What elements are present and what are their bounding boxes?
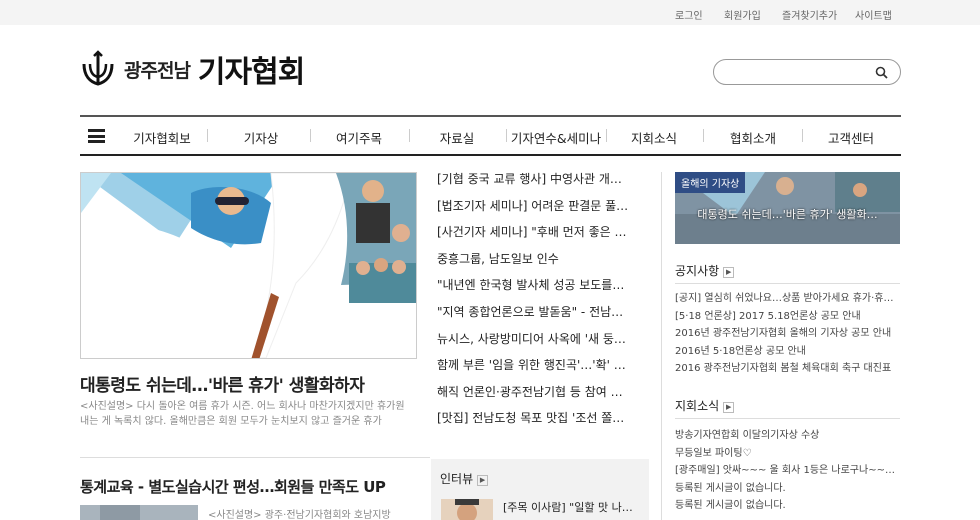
- nav-divider: [207, 129, 208, 142]
- list-item[interactable]: 2016 광주전남기자협회 봄철 체육대회 축구 대진표: [675, 362, 900, 380]
- list-item[interactable]: 2016년 광주전남기자협회 올해의 기자상 공모 안내: [675, 327, 900, 345]
- list-item[interactable]: [사건기자 세미나] "후배 먼저 좋은 …: [437, 223, 637, 250]
- interview-section: 인터뷰 ▶ [주목 이사람] "일할 맛 나…: [431, 459, 649, 520]
- list-item[interactable]: 무등일보 파이팅♡: [675, 447, 900, 465]
- nav-divider: [506, 129, 507, 142]
- main-story-photo[interactable]: [80, 172, 417, 359]
- chevron-right-icon[interactable]: ▶: [723, 402, 735, 413]
- thumbnail-photo: [80, 505, 198, 520]
- signup-link[interactable]: 회원가입: [724, 7, 761, 22]
- branch-news-section-title[interactable]: 지회소식 ▶: [675, 397, 735, 414]
- nav-divider: [606, 129, 607, 142]
- list-item[interactable]: 뉴시스, 사랑방미디어 사옥에 '새 둥…: [437, 330, 637, 357]
- nav-item-branch-news[interactable]: 지회소식: [631, 128, 677, 147]
- list-item[interactable]: 방송기자연합회 이달의기자상 수상: [675, 429, 900, 447]
- section-divider: [675, 283, 900, 284]
- column-divider: [661, 172, 662, 520]
- nav-divider: [703, 129, 704, 142]
- interview-thumbnail[interactable]: [441, 499, 493, 520]
- chevron-right-icon[interactable]: ▶: [723, 267, 735, 278]
- branch-news-list: 방송기자연합회 이달의기자상 수상 무등일보 파이팅♡ [광주매일] 앗싸~~~…: [675, 429, 900, 517]
- list-item[interactable]: [5·18 언론상] 2017 5.18언론상 공모 안내: [675, 310, 900, 328]
- list-item[interactable]: [맛집] 전남도청 목포 맛집 '조선 쫄…: [437, 409, 637, 436]
- nav-item-customer-center[interactable]: 고객센터: [828, 128, 874, 147]
- award-banner[interactable]: 올해의 기자상 대통령도 쉬는데…'바른 휴가' 생활화…: [675, 172, 900, 244]
- nav-item-archive[interactable]: 자료실: [440, 128, 475, 147]
- list-item[interactable]: [기협 중국 교류 행사] 中영사관 개…: [437, 170, 637, 197]
- site-logo[interactable]: 광주전남 기자협회: [80, 48, 305, 90]
- list-item[interactable]: 2016년 5·18언론상 공모 안내: [675, 345, 900, 363]
- list-item[interactable]: [광주매일] 앗싸~~~ 울 회사 1등은 나로구나~~~(…: [675, 464, 900, 482]
- section-divider: [675, 418, 900, 419]
- chevron-right-icon[interactable]: ▶: [477, 475, 489, 486]
- main-nav: 기자협회보 기자상 여기주목 자료실 기자연수&세미나 지회소식 협회소개 고객…: [80, 115, 901, 156]
- list-item[interactable]: [법조기자 세미나] 어려운 판결문 풀…: [437, 197, 637, 224]
- beach-umbrella-photo: [81, 173, 416, 358]
- nav-divider: [802, 129, 803, 142]
- secondary-story-description: <사진설명> 광주·전남기자협회와 호남지방: [208, 510, 391, 520]
- search-icon[interactable]: [875, 66, 888, 79]
- list-item[interactable]: "지역 종합언론으로 발돋움" - 전남…: [437, 303, 637, 330]
- secondary-story-thumbnail[interactable]: [80, 505, 198, 520]
- login-link[interactable]: 로그인: [675, 7, 703, 22]
- main-story-description: <사진설명> 다시 돌아온 여름 휴가 시즌. 어느 회사나 마찬가지겠지만 휴…: [80, 401, 405, 427]
- logo-emblem-icon: [82, 50, 114, 86]
- notice-section-title[interactable]: 공지사항 ▶: [675, 262, 735, 279]
- logo-org-text: 기자협회: [197, 55, 305, 90]
- interview-section-title[interactable]: 인터뷰 ▶: [440, 470, 489, 487]
- list-item[interactable]: 등록된 게시글이 없습니다.: [675, 499, 900, 517]
- interview-photo: [441, 499, 493, 520]
- list-item[interactable]: 중흥그룹, 남도일보 인수: [437, 250, 637, 277]
- nav-item-association-news[interactable]: 기자협회보: [133, 128, 191, 147]
- notice-title-text: 공지사항: [675, 264, 720, 278]
- logo-region-text: 광주전남: [124, 59, 191, 82]
- nav-item-training-seminar[interactable]: 기자연수&세미나: [511, 128, 601, 147]
- notice-list: [공지] 열심히 쉬었나요…상품 받아가세요 휴가·휴… [5·18 언론상] …: [675, 292, 900, 380]
- interview-item-title[interactable]: [주목 이사람] "일할 맛 나…: [503, 499, 633, 515]
- nav-divider: [310, 129, 311, 142]
- bookmark-link[interactable]: 즐겨찾기추가: [782, 7, 837, 22]
- nav-item-spotlight[interactable]: 여기주목: [336, 128, 382, 147]
- nav-item-about[interactable]: 협회소개: [730, 128, 776, 147]
- banner-tag: 올해의 기자상: [675, 172, 746, 193]
- list-item[interactable]: 함께 부른 '임을 위한 행진곡'…'확' …: [437, 356, 637, 383]
- top-utility-bar: 로그인 회원가입 즐겨찾기추가 사이트맵: [0, 0, 980, 25]
- banner-caption: 대통령도 쉬는데…'바른 휴가' 생활화…: [697, 208, 878, 221]
- list-item[interactable]: "내년엔 한국형 발사체 성공 보도를…: [437, 276, 637, 303]
- search-input[interactable]: [726, 64, 871, 80]
- list-item[interactable]: [공지] 열심히 쉬었나요…상품 받아가세요 휴가·휴…: [675, 292, 900, 310]
- hamburger-menu-icon[interactable]: [88, 129, 105, 143]
- interview-title-text: 인터뷰: [440, 472, 474, 486]
- headline-news-list: [기협 중국 교류 행사] 中영사관 개… [법조기자 세미나] 어려운 판결문…: [437, 170, 637, 436]
- secondary-story-headline[interactable]: 통계교육 - 별도실습시간 편성…회원들 만족도 UP: [80, 476, 386, 497]
- list-item[interactable]: 해직 언론인·광주전남기협 등 참여 …: [437, 383, 637, 410]
- branch-news-title-text: 지회소식: [675, 399, 720, 413]
- search-box: [713, 59, 901, 85]
- section-divider: [80, 457, 430, 458]
- nav-item-journalist-award[interactable]: 기자상: [244, 128, 279, 147]
- list-item[interactable]: 등록된 게시글이 없습니다.: [675, 482, 900, 500]
- main-story-headline[interactable]: 대통령도 쉬는데…'바른 휴가' 생활화하자: [80, 371, 365, 396]
- sitemap-link[interactable]: 사이트맵: [855, 7, 892, 22]
- nav-divider: [409, 129, 410, 142]
